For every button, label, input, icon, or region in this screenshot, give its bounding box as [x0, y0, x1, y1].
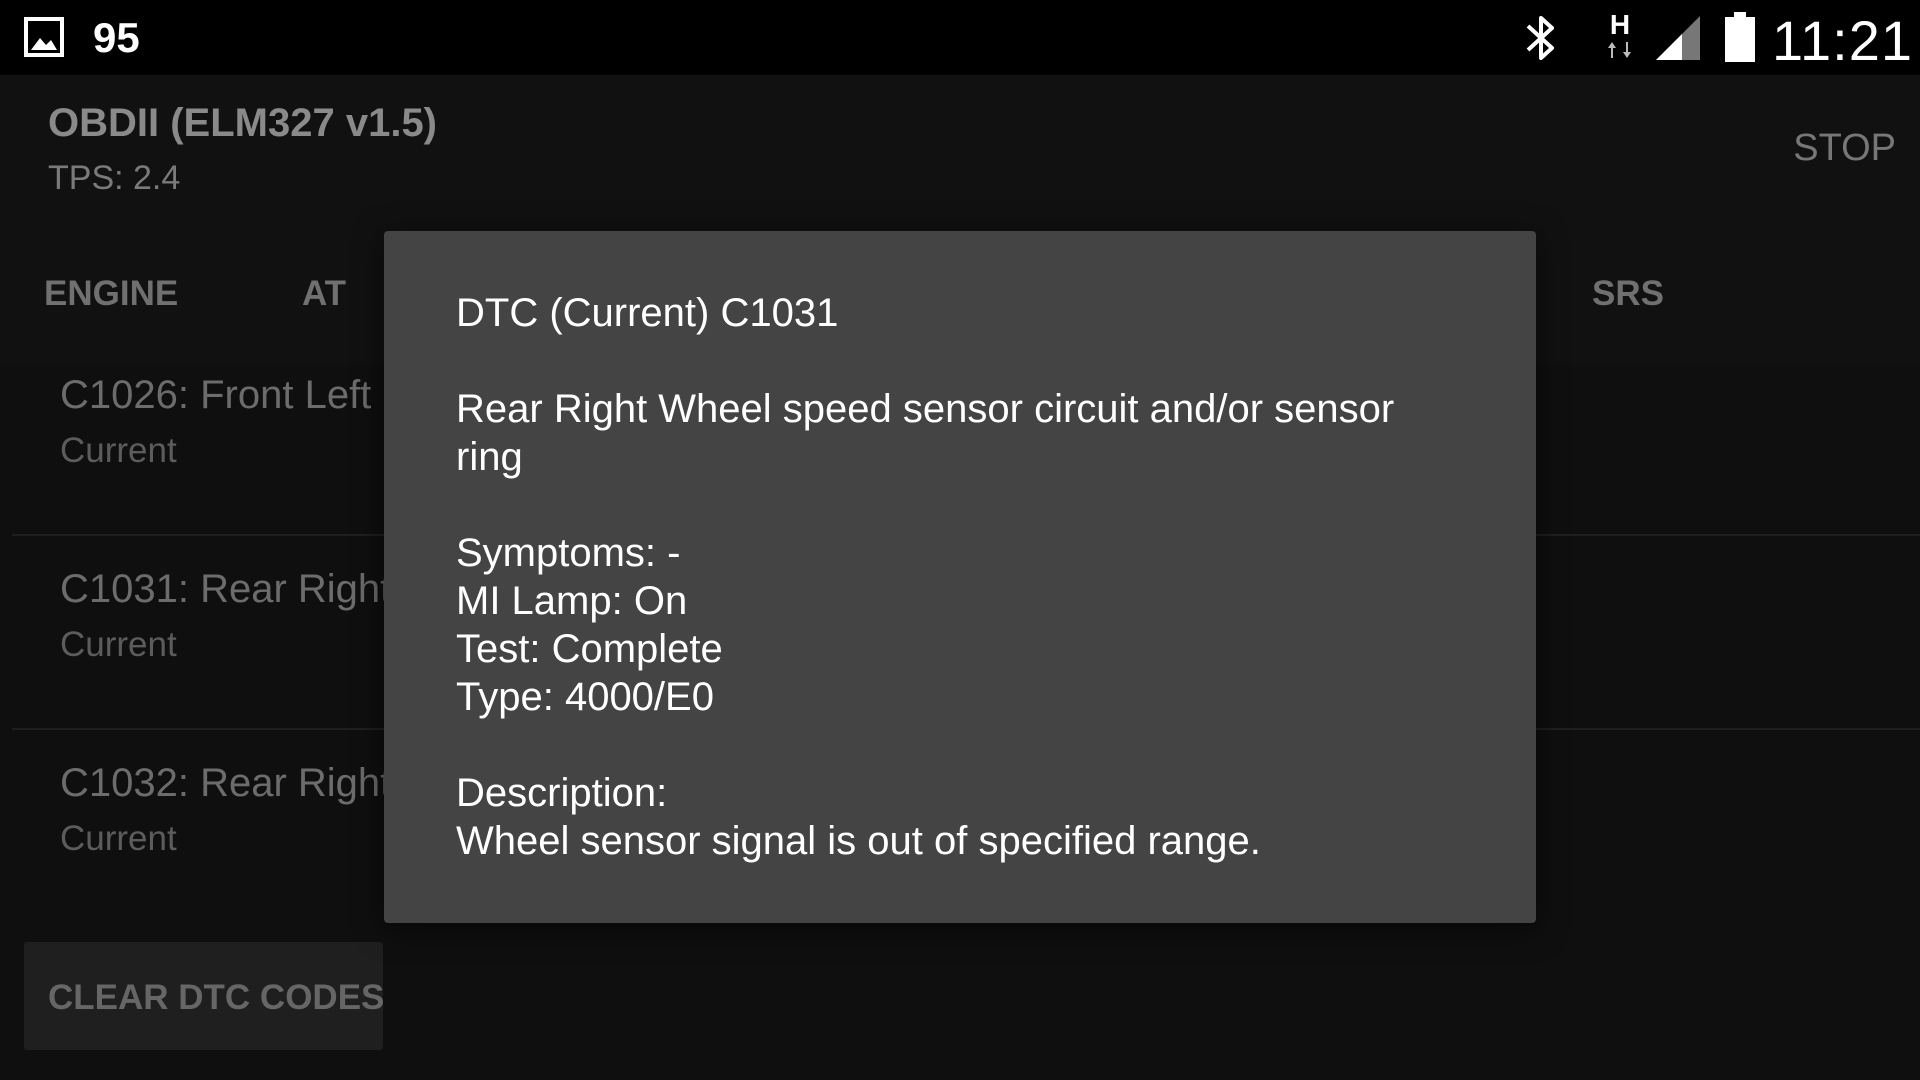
description-label: Description: [456, 771, 668, 815]
notification-count: 95 [93, 14, 140, 61]
dtc-detail-dialog: DTC (Current) C1031 Rear Right Wheel spe… [384, 231, 1536, 923]
app-subtitle: TPS: 2.4 [48, 159, 181, 197]
stop-button[interactable]: STOP [1793, 127, 1896, 170]
app-bar: OBDII (ELM327 v1.5) TPS: 2.4 STOP [0, 75, 1920, 220]
svg-text:H: H [1610, 9, 1630, 40]
dtc-name-line2: ring [456, 435, 523, 479]
clock: 11:21 [1772, 9, 1913, 72]
dtc-name-line1: Rear Right Wheel speed sensor circuit an… [456, 387, 1395, 431]
dtc-code: C1031: Rear Right [60, 567, 392, 611]
dtc-status: Current [60, 625, 177, 664]
mi-lamp-text: MI Lamp: On [456, 579, 688, 623]
dtc-code: C1032: Rear Right [60, 761, 392, 805]
test-status-text: Test: Complete [456, 627, 723, 671]
network-h-icon: H [1608, 9, 1631, 58]
clear-dtc-codes-label: CLEAR DTC CODES [48, 978, 385, 1017]
dialog-title: DTC (Current) C1031 [456, 291, 839, 335]
battery-icon [1725, 12, 1755, 62]
tab-srs[interactable]: SRS [1592, 274, 1664, 314]
symptoms-text: Symptoms: - [456, 531, 681, 575]
status-bar: 95 H 11:21 [0, 0, 1920, 75]
dtc-code: C1026: Front Left [60, 373, 372, 417]
clear-dtc-codes-button[interactable]: CLEAR DTC CODES [24, 942, 385, 1050]
tab-engine[interactable]: ENGINE [44, 274, 178, 314]
dtc-status: Current [60, 431, 177, 470]
description-text: Wheel sensor signal is out of specified … [456, 819, 1261, 863]
dtc-status: Current [60, 819, 177, 858]
bluetooth-icon [1526, 16, 1554, 60]
gallery-icon [24, 17, 64, 57]
tab-at[interactable]: AT [302, 274, 346, 314]
signal-icon [1656, 16, 1700, 60]
type-text: Type: 4000/E0 [456, 675, 714, 719]
app-title: OBDII (ELM327 v1.5) [48, 101, 438, 145]
